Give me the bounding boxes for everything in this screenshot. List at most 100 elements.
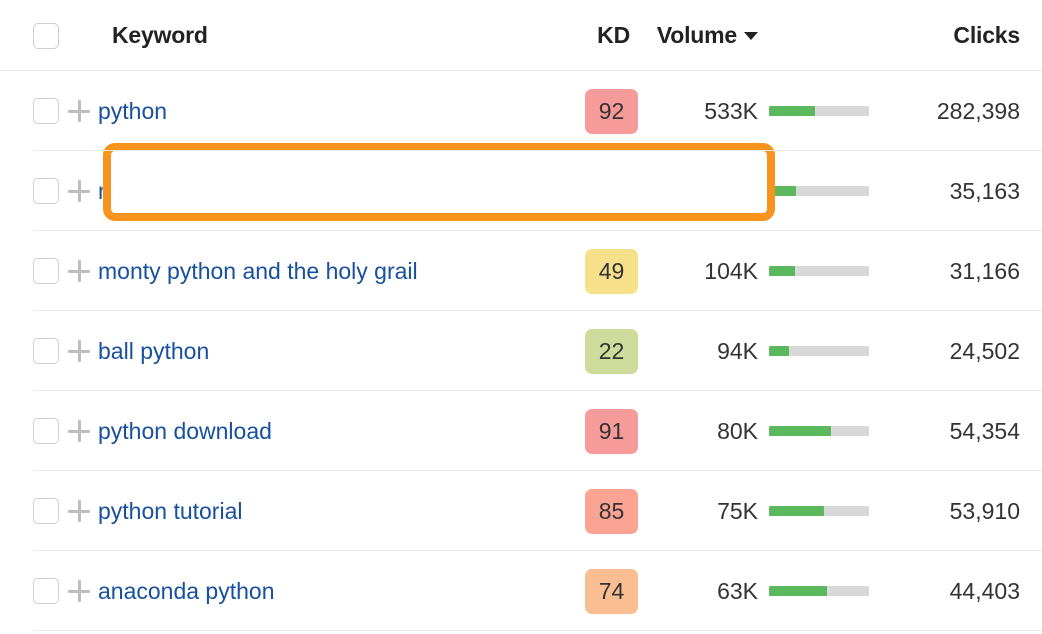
clicks-value: 31,166	[950, 258, 1020, 284]
volume-bar-track	[769, 506, 869, 516]
plus-icon[interactable]	[68, 100, 90, 122]
row-select-cell	[0, 578, 33, 604]
volume-bar-track	[769, 346, 869, 356]
kd-badge: 85	[585, 489, 638, 534]
keyword-link[interactable]: python tutorial	[98, 498, 242, 524]
add-keyword-cell[interactable]	[60, 500, 98, 522]
row-select-cell	[0, 338, 33, 364]
volume-bar-cell	[758, 106, 880, 116]
volume-bar-track	[769, 426, 869, 436]
select-all-checkbox[interactable]	[33, 23, 59, 49]
table-row[interactable]: python92533K282,398	[0, 71, 1042, 151]
table-row[interactable]: monty python81117K35,163	[0, 151, 1042, 231]
keyword-link[interactable]: python	[98, 98, 167, 124]
kd-cell: 22	[528, 329, 638, 374]
row-select-checkbox[interactable]	[33, 498, 59, 524]
clicks-cell: 24,502	[880, 338, 1042, 365]
row-select-checkbox[interactable]	[33, 98, 59, 124]
keyword-link[interactable]: anaconda python	[98, 578, 275, 604]
column-header-clicks[interactable]: Clicks	[880, 22, 1042, 49]
keyword-cell: monty python and the holy grail	[98, 258, 528, 285]
plus-icon[interactable]	[68, 260, 90, 282]
kd-cell: 81	[528, 169, 638, 214]
volume-cell: 104K	[638, 258, 758, 285]
clicks-value: 54,354	[950, 418, 1020, 444]
kd-cell: 91	[528, 409, 638, 454]
plus-icon[interactable]	[68, 580, 90, 602]
plus-icon[interactable]	[68, 500, 90, 522]
add-keyword-cell[interactable]	[60, 420, 98, 442]
table-header-row: Keyword KD Volume Clicks	[0, 0, 1042, 71]
keyword-link[interactable]: python download	[98, 418, 272, 444]
clicks-cell: 282,398	[880, 98, 1042, 125]
row-select-cell	[0, 98, 33, 124]
volume-value: 94K	[717, 338, 758, 364]
plus-icon[interactable]	[68, 420, 90, 442]
row-select-checkbox[interactable]	[33, 578, 59, 604]
plus-icon[interactable]	[68, 180, 90, 202]
caret-down-icon[interactable]	[744, 32, 758, 40]
volume-value: 80K	[717, 418, 758, 444]
row-select-cell	[0, 258, 33, 284]
row-select-cell	[0, 178, 33, 204]
row-separator	[33, 630, 1042, 631]
volume-bar-fill	[769, 106, 815, 116]
select-all-cell	[0, 23, 33, 49]
keyword-cell: python tutorial	[98, 498, 528, 525]
keyword-cell: anaconda python	[98, 578, 528, 605]
keyword-link[interactable]: monty python	[98, 178, 236, 204]
kd-cell: 74	[528, 569, 638, 614]
kd-cell: 49	[528, 249, 638, 294]
add-keyword-cell[interactable]	[60, 340, 98, 362]
add-keyword-cell[interactable]	[60, 580, 98, 602]
kd-badge: 22	[585, 329, 638, 374]
keyword-link[interactable]: ball python	[98, 338, 209, 364]
kd-badge: 74	[585, 569, 638, 614]
table-row[interactable]: anaconda python 74 63K 44,403	[0, 551, 1042, 631]
column-header-keyword[interactable]: Keyword	[98, 22, 520, 49]
table-row[interactable]: python tutorial 8575K 53,910	[0, 471, 1042, 551]
volume-value: 533K	[704, 98, 758, 124]
kd-badge: 91	[585, 409, 638, 454]
volume-cell: 63K	[638, 578, 758, 605]
clicks-cell: 44,403	[880, 578, 1042, 605]
column-header-volume[interactable]: Volume	[638, 22, 758, 49]
keyword-link[interactable]: monty python and the holy grail	[98, 258, 418, 284]
clicks-cell: 31,166	[880, 258, 1042, 285]
kd-badge: 49	[585, 249, 638, 294]
keyword-cell: ball python	[98, 338, 528, 365]
volume-bar-track	[769, 266, 869, 276]
kd-badge: 81	[585, 169, 638, 214]
keyword-cell: python download	[98, 418, 528, 445]
kd-cell: 85	[528, 489, 638, 534]
table-row[interactable]: ball python 22 94K 24,502	[0, 311, 1042, 391]
volume-bar-fill	[769, 586, 827, 596]
add-keyword-cell[interactable]	[60, 180, 98, 202]
clicks-value: 44,403	[950, 578, 1020, 604]
volume-bar-track	[769, 586, 869, 596]
column-header-keyword-label: Keyword	[112, 22, 208, 48]
volume-bar-track	[769, 106, 869, 116]
volume-bar-fill	[769, 346, 789, 356]
volume-bar-track	[769, 186, 869, 196]
volume-value: 104K	[704, 258, 758, 284]
keyword-cell: monty python	[98, 178, 528, 205]
row-select-checkbox[interactable]	[33, 418, 59, 444]
row-select-checkbox[interactable]	[33, 338, 59, 364]
add-keyword-cell[interactable]	[60, 260, 98, 282]
volume-bar-cell	[758, 346, 880, 356]
table-row[interactable]: monty python and the holy grail 49 104K 31,…	[0, 231, 1042, 311]
volume-bar-cell	[758, 186, 880, 196]
row-select-checkbox[interactable]	[33, 258, 59, 284]
table-row[interactable]: python download 91 80K 54,354	[0, 391, 1042, 471]
column-header-kd[interactable]: KD	[520, 22, 638, 49]
plus-icon[interactable]	[68, 340, 90, 362]
volume-cell: 75K	[638, 498, 758, 525]
clicks-value: 53,910	[950, 498, 1020, 524]
column-header-volume-label: Volume	[657, 22, 737, 48]
clicks-cell: 35,163	[880, 178, 1042, 205]
row-select-checkbox[interactable]	[33, 178, 59, 204]
volume-bar-cell	[758, 506, 880, 516]
volume-value: 63K	[717, 578, 758, 604]
add-keyword-cell[interactable]	[60, 100, 98, 122]
